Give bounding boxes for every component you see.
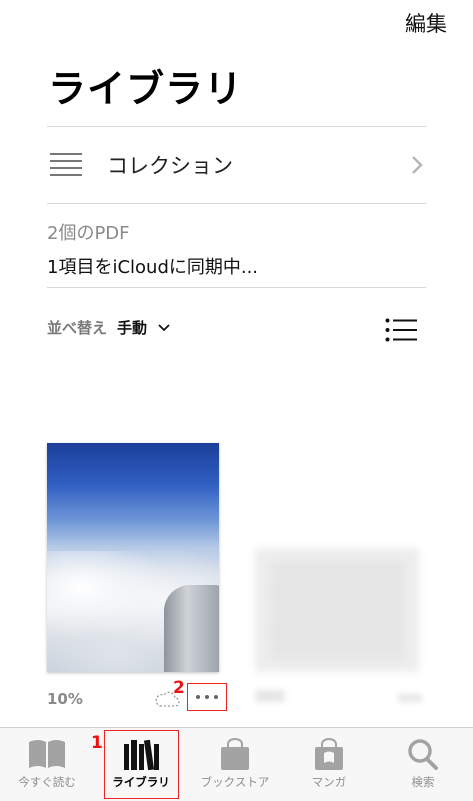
- book-progress: 10%: [47, 690, 83, 708]
- ellipsis-dot: [205, 695, 209, 699]
- more-options-button[interactable]: [187, 683, 227, 711]
- pdf-count-text: 2個のPDF: [47, 223, 130, 244]
- edit-button[interactable]: 編集: [405, 8, 447, 38]
- chevron-right-icon: [412, 156, 423, 174]
- tab-label: 今すぐ読む: [18, 775, 76, 789]
- ellipsis-icon: [196, 695, 200, 699]
- manga-bag-icon: [315, 738, 343, 770]
- page-title: ライブラリ: [48, 67, 244, 111]
- collections-label: コレクション: [107, 154, 233, 178]
- annotation-marker: 2: [173, 678, 185, 698]
- sort-value: 手動: [117, 319, 148, 337]
- list-view-icon[interactable]: [385, 318, 417, 342]
- search-icon: [408, 739, 438, 770]
- blurred-progress: [255, 690, 285, 702]
- tab-bookstore[interactable]: ブックストア: [188, 728, 282, 801]
- open-book-icon: [29, 740, 65, 768]
- tab-label: ブックストア: [200, 775, 270, 789]
- collections-row[interactable]: コレクション: [47, 127, 426, 203]
- shopping-bag-icon: [221, 738, 249, 770]
- blurred-more: [398, 694, 422, 702]
- chevron-down-icon: [158, 323, 170, 331]
- highlight-box: [104, 730, 179, 799]
- annotation-marker: 1: [91, 733, 103, 753]
- divider: [47, 203, 426, 204]
- ellipsis-dot: [214, 695, 218, 699]
- tab-search[interactable]: 検索: [376, 728, 470, 801]
- tab-manga[interactable]: マンガ: [282, 728, 376, 801]
- book-cover-blurred-text: [270, 565, 404, 657]
- tab-bar: 今すぐ読む ライブラリ ブックストア マンガ 検索: [0, 727, 473, 801]
- tab-reading-now[interactable]: 今すぐ読む: [0, 728, 94, 801]
- sync-status-text: 1項目をiCloudに同期中...: [47, 257, 259, 278]
- hamburger-list-icon: [50, 153, 82, 176]
- divider: [47, 287, 426, 288]
- tab-label: 検索: [411, 775, 435, 789]
- sort-control[interactable]: 並べ替え 手動: [47, 317, 171, 338]
- sort-label: 並べ替え: [47, 319, 108, 337]
- tab-label: マンガ: [311, 775, 347, 789]
- cover-jet-engine: [164, 585, 219, 672]
- book-cover-sky[interactable]: [47, 443, 219, 672]
